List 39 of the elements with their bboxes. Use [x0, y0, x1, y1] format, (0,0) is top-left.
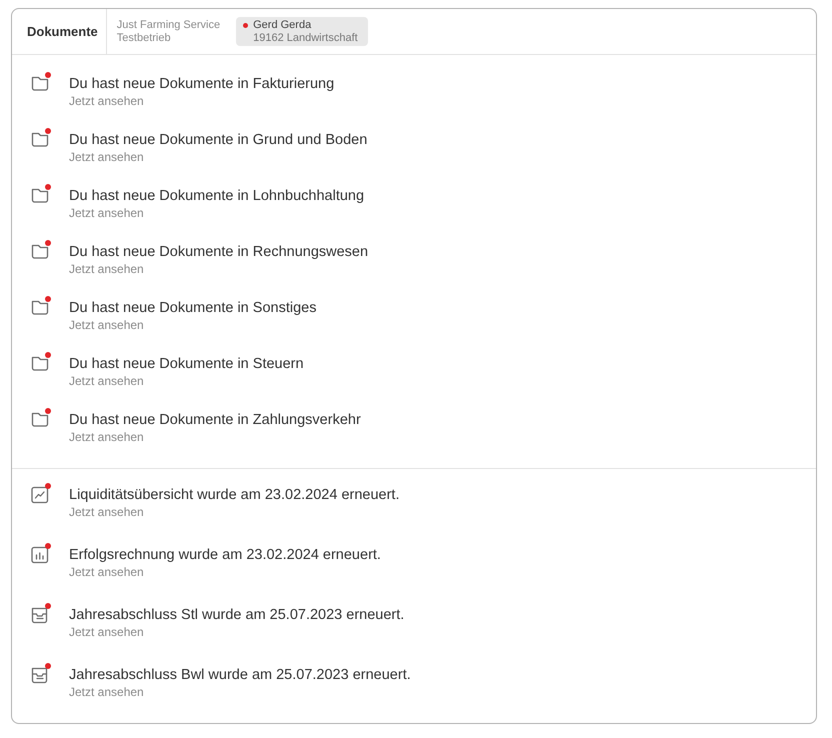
- notification-title: Du hast neue Dokumente in Fakturierung: [69, 75, 334, 94]
- view-now-link[interactable]: Jetzt ansehen: [69, 505, 144, 519]
- folder-icon: [31, 75, 49, 91]
- view-now-link[interactable]: Jetzt ansehen: [69, 685, 144, 699]
- view-now-link[interactable]: Jetzt ansehen: [69, 318, 144, 332]
- notification-title: Liquiditätsübersicht wurde am 23.02.2024 erneuert.: [69, 486, 400, 505]
- view-now-link[interactable]: Jetzt ansehen: [69, 374, 144, 388]
- tray-icon: [31, 606, 49, 624]
- folder-icon: [31, 187, 49, 203]
- view-now-link[interactable]: Jetzt ansehen: [69, 430, 144, 444]
- notification-title: Jahresabschluss Stl wurde am 25.07.2023 erneuert.: [69, 606, 404, 625]
- company-name: Just Farming Service: [116, 18, 220, 32]
- view-now-link[interactable]: Jetzt ansehen: [69, 206, 144, 220]
- view-now-link[interactable]: Jetzt ansehen: [69, 262, 144, 276]
- client-chip[interactable]: Gerd Gerda 19162 Landwirtschaft: [236, 17, 368, 46]
- folder-icon: [31, 131, 49, 147]
- view-now-link[interactable]: Jetzt ansehen: [69, 625, 144, 639]
- folder-icon: [31, 355, 49, 371]
- view-now-link[interactable]: Jetzt ansehen: [69, 565, 144, 579]
- client-name: Gerd Gerda: [253, 19, 312, 32]
- view-now-link[interactable]: Jetzt ansehen: [69, 94, 144, 108]
- notification-title: Du hast neue Dokumente in Steuern: [69, 355, 304, 374]
- notification-title: Erfolgsrechnung wurde am 23.02.2024 erneuert.: [69, 546, 381, 565]
- line-chart-icon: [31, 486, 49, 504]
- folder-icon: [31, 411, 49, 427]
- company-subtitle: Testbetrieb: [116, 32, 172, 44]
- view-now-link[interactable]: Jetzt ansehen: [69, 150, 144, 164]
- folder-icon: [31, 243, 49, 259]
- notification-title: Jahresabschluss Bwl wurde am 25.07.2023 erneuert.: [69, 666, 411, 685]
- notification-title: Du hast neue Dokumente in Zahlungsverkehr: [69, 411, 361, 430]
- client-detail: 19162 Landwirtschaft: [253, 32, 358, 44]
- notification-title: Du hast neue Dokumente in Sonstiges: [69, 299, 316, 318]
- folder-icon: [31, 299, 49, 315]
- card-title: Dokumente: [27, 22, 98, 41]
- bar-chart-icon: [31, 546, 49, 564]
- notification-title: Du hast neue Dokumente in Rechnungswesen: [69, 243, 368, 262]
- notification-title: Du hast neue Dokumente in Lohnbuchhaltung: [69, 187, 364, 206]
- tray-icon: [31, 666, 49, 684]
- notification-title: Du hast neue Dokumente in Grund und Boden: [69, 131, 368, 150]
